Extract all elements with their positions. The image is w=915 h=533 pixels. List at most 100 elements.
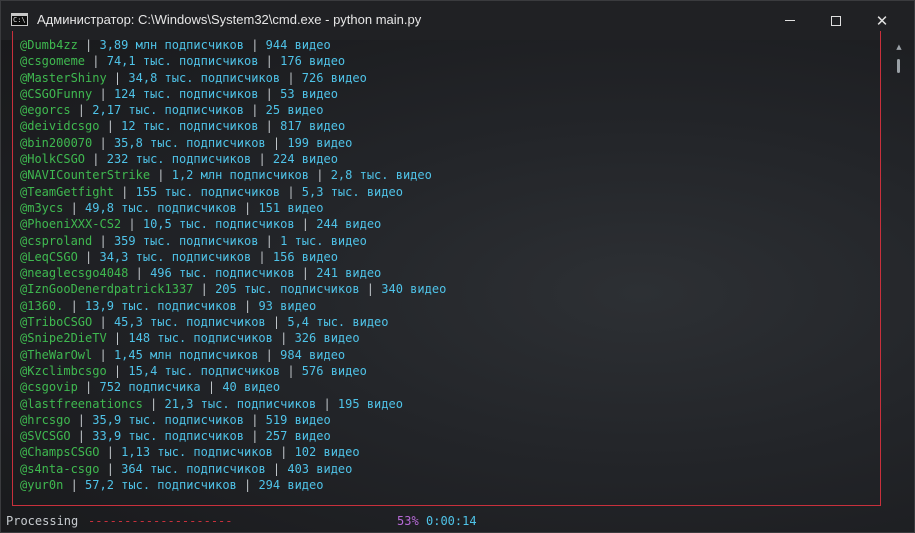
- scrollbar-thumb[interactable]: [897, 59, 900, 73]
- separator: |: [99, 461, 122, 476]
- channel-handle: @yur0n: [20, 478, 64, 493]
- video-count: 2,8 тыс. видео: [330, 168, 432, 183]
- separator: |: [92, 315, 114, 330]
- channel-handle: @MasterShiny: [20, 70, 107, 85]
- subscriber-count: 10,5 тыс. подписчиков: [142, 217, 295, 232]
- channel-handle: @deividcsgo: [20, 119, 100, 134]
- channel-handle: @Kzclimbcsgo: [20, 363, 107, 378]
- channel-handle: @PhoeniXXX-CS2: [20, 217, 122, 232]
- separator: |: [280, 70, 302, 85]
- console-row: @deividcsgo | 12 тыс. подписчиков | 817 …: [20, 118, 880, 134]
- subscriber-count: 74,1 тыс. подписчиков: [106, 54, 259, 69]
- separator: |: [70, 412, 93, 427]
- separator: |: [77, 380, 100, 395]
- subscriber-count: 1,2 млн подписчиков: [171, 168, 310, 183]
- video-count: 403 видео: [287, 461, 353, 476]
- channel-handle: @Dumb4zz: [20, 38, 78, 52]
- window-title: Администратор: C:\Windows\System32\cmd.e…: [37, 12, 422, 27]
- console-row: @egorcs | 2,17 тыс. подписчиков | 25 вид…: [20, 102, 880, 118]
- separator: |: [236, 298, 259, 313]
- console-row: @csgovip | 752 подписчика | 40 видео: [20, 379, 880, 395]
- separator: |: [258, 347, 281, 362]
- separator: |: [92, 233, 114, 248]
- console-row: @LeqCSGO | 34,3 тыс. подписчиков | 156 в…: [20, 249, 880, 265]
- console-row: @hrcsgo | 35,9 тыс. подписчиков | 519 ви…: [20, 412, 880, 428]
- subscriber-count: 496 тыс. подписчиков: [150, 266, 295, 281]
- separator: |: [265, 135, 288, 150]
- separator: |: [77, 249, 100, 264]
- video-count: 944 видео: [265, 38, 331, 52]
- console-row: @1360. | 13,9 тыс. подписчиков | 93 виде…: [20, 298, 880, 314]
- separator: |: [128, 266, 151, 281]
- subscriber-count: 35,9 тыс. подписчиков: [92, 412, 244, 427]
- separator: |: [142, 396, 165, 411]
- console-row: @NAVICounterStrike | 1,2 млн подписчиков…: [20, 167, 880, 183]
- video-count: 984 видео: [280, 347, 346, 362]
- subscriber-count: 205 тыс. подписчиков: [215, 282, 360, 297]
- channel-handle: @csgomeme: [20, 54, 86, 69]
- close-icon: ✕: [875, 11, 889, 30]
- subscriber-count: 124 тыс. подписчиков: [113, 86, 259, 101]
- separator: |: [70, 429, 93, 444]
- video-count: 5,3 тыс. видео: [301, 184, 403, 199]
- channel-handle: @NAVICounterStrike: [20, 168, 151, 183]
- separator: |: [92, 135, 114, 150]
- separator: |: [106, 363, 129, 378]
- console-row: @Dumb4zz | 3,89 млн подписчиков | 944 ви…: [20, 37, 880, 53]
- console-row: @PhoeniXXX-CS2 | 10,5 тыс. подписчиков |…: [20, 216, 880, 232]
- video-count: 53 видео: [280, 86, 338, 101]
- channel-handle: @bin200070: [20, 135, 93, 150]
- separator: |: [265, 315, 288, 330]
- separator: |: [316, 396, 338, 411]
- subscriber-count: 752 подписчика: [99, 380, 201, 395]
- channel-handle: @s4nta-csgo: [20, 461, 100, 476]
- subscriber-count: 49,8 тыс. подписчиков: [85, 200, 237, 215]
- separator: |: [77, 38, 100, 52]
- subscriber-count: 364 тыс. подписчиков: [121, 461, 266, 476]
- separator: |: [150, 168, 172, 183]
- console-row: @TheWarOwl | 1,45 млн подписчиков | 984 …: [20, 347, 880, 363]
- separator: |: [63, 478, 86, 493]
- channel-handle: @SVCSGO: [20, 429, 71, 444]
- progress-label: Processing: [6, 514, 79, 528]
- channel-handle: @egorcs: [20, 103, 71, 118]
- subscriber-count: 155 тыс. подписчиков: [135, 184, 281, 199]
- console-row: @csgomeme | 74,1 тыс. подписчиков | 176 …: [20, 53, 880, 69]
- video-count: 244 видео: [316, 217, 382, 232]
- console-row: @SVCSGO | 33,9 тыс. подписчиков | 257 ви…: [20, 428, 880, 444]
- separator: |: [70, 103, 93, 118]
- separator: |: [99, 119, 122, 134]
- console-row: @neaglecsgo4048 | 496 тыс. подписчиков |…: [20, 265, 880, 281]
- console-row: @CSGOFunny | 124 тыс. подписчиков | 53 в…: [20, 86, 880, 102]
- channel-handle: @csgovip: [20, 380, 78, 395]
- video-count: 519 видео: [265, 412, 331, 427]
- separator: |: [294, 266, 317, 281]
- subscriber-count: 15,4 тыс. подписчиков: [128, 363, 281, 378]
- console-row: @HolkCSGO | 232 тыс. подписчиков | 224 в…: [20, 151, 880, 167]
- terminal-window: C:\ Администратор: C:\Windows\System32\c…: [0, 0, 915, 533]
- separator: |: [243, 38, 266, 52]
- console-output[interactable]: @Dumb4zz | 3,89 млн подписчиков | 944 ви…: [20, 37, 880, 493]
- separator: |: [280, 363, 302, 378]
- video-count: 294 видео: [258, 478, 324, 493]
- separator: |: [236, 200, 259, 215]
- subscriber-count: 33,9 тыс. подписчиков: [92, 429, 244, 444]
- console-row: @m3ycs | 49,8 тыс. подписчиков | 151 вид…: [20, 200, 880, 216]
- console-row: @MasterShiny | 34,8 тыс. подписчиков | 7…: [20, 70, 880, 86]
- separator: |: [113, 184, 136, 199]
- video-count: 93 видео: [258, 298, 317, 313]
- console-row: @lastfreenationcs | 21,3 тыс. подписчико…: [20, 396, 880, 412]
- video-count: 40 видео: [222, 380, 281, 395]
- video-count: 195 видео: [337, 396, 403, 411]
- scroll-up-arrow-icon[interactable]: ▲: [895, 43, 903, 51]
- elapsed-time: 0:00:14: [426, 514, 477, 528]
- video-count: 5,4 тыс. видео: [287, 315, 389, 330]
- channel-handle: @LeqCSGO: [20, 249, 78, 264]
- separator: |: [258, 119, 281, 134]
- separator: |: [236, 478, 259, 493]
- channel-handle: @HolkCSGO: [20, 152, 86, 167]
- channel-handle: @neaglecsgo4048: [20, 266, 129, 281]
- cmd-app-icon[interactable]: C:\: [11, 13, 28, 26]
- separator: |: [265, 461, 288, 476]
- separator: |: [85, 54, 107, 69]
